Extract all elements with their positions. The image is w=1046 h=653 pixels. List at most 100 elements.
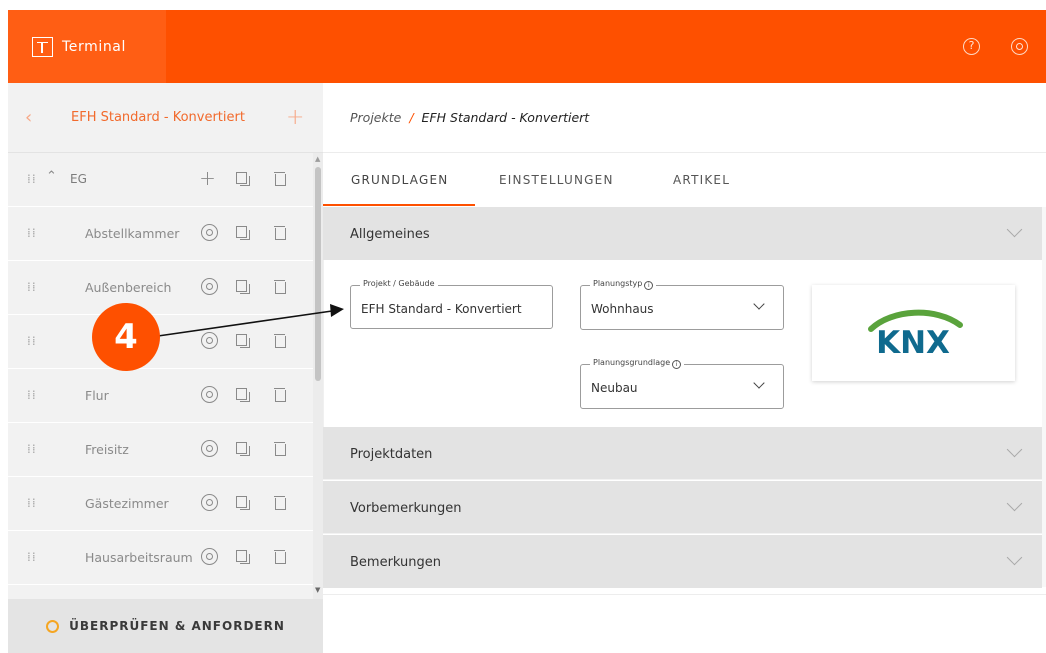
content-bottom-border	[323, 594, 1046, 595]
copy-icon[interactable]	[234, 494, 251, 511]
chevron-up-icon[interactable]: ⌃	[46, 169, 57, 184]
help-icon[interactable]: ?	[963, 38, 980, 55]
copy-icon[interactable]	[234, 224, 251, 241]
scroll-up-arrow-icon[interactable]: ▲	[315, 155, 320, 163]
room-settings-icon[interactable]	[201, 278, 218, 295]
review-and-request-button[interactable]: ÜBERPRÜFEN & ANFORDERN	[8, 599, 323, 653]
trash-icon[interactable]	[272, 278, 289, 295]
review-button-label: ÜBERPRÜFEN & ANFORDERN	[69, 619, 285, 633]
breadcrumb-separator: /	[409, 110, 414, 125]
chevron-down-icon[interactable]	[1006, 495, 1023, 512]
room-row[interactable]: ⁞⁞	[8, 315, 313, 369]
room-name: Abstellkammer	[85, 226, 180, 241]
copy-icon[interactable]	[234, 332, 251, 349]
breadcrumb-projects-link[interactable]: Projekte	[350, 110, 401, 125]
field-value: Neubau	[591, 381, 638, 395]
field-label: Planungstyp i	[590, 279, 657, 290]
section-vorbemerkungen-header[interactable]: Vorbemerkungen	[323, 481, 1042, 534]
field-label: Planungsgrundlage i	[590, 358, 685, 369]
trash-icon[interactable]	[272, 440, 289, 457]
knx-logo-card: KNX	[812, 285, 1015, 381]
drag-handle-icon[interactable]: ⁞⁞	[27, 389, 37, 401]
terminal-logo-icon	[32, 36, 53, 57]
section-projektdaten-header[interactable]: Projektdaten	[323, 427, 1042, 480]
room-settings-icon[interactable]	[201, 386, 218, 403]
section-allgemeines-header[interactable]: Allgemeines	[323, 207, 1042, 260]
room-name: Gästezimmer	[85, 496, 169, 511]
breadcrumb: Projekte / EFH Standard - Konvertiert	[350, 110, 589, 125]
project-building-field[interactable]: Projekt / Gebäude EFH Standard - Konvert…	[350, 279, 553, 329]
chevron-down-icon[interactable]	[1006, 441, 1023, 458]
copy-icon[interactable]	[234, 170, 251, 187]
status-circle-icon	[46, 619, 60, 633]
section-title: Vorbemerkungen	[350, 501, 462, 516]
trash-icon[interactable]	[272, 332, 289, 349]
level-row[interactable]: ⁞⁞ ⌃ EG +	[8, 153, 313, 207]
trash-icon[interactable]	[272, 548, 289, 565]
drag-handle-icon[interactable]: ⁞⁞	[27, 281, 37, 293]
scrollbar-thumb[interactable]	[315, 167, 321, 381]
info-icon[interactable]: i	[672, 360, 682, 369]
section-title: Allgemeines	[350, 227, 430, 242]
tab-grundlagen[interactable]: GRUNDLAGEN	[323, 153, 475, 206]
room-settings-icon[interactable]	[201, 332, 218, 349]
field-label-text: Planungsgrundlage	[593, 358, 671, 367]
room-row[interactable]: ⁞⁞ Flur	[8, 369, 313, 423]
section-title: Bemerkungen	[350, 555, 442, 570]
scroll-down-arrow-icon[interactable]: ▼	[315, 586, 320, 594]
sidebar-project-title[interactable]: EFH Standard - Konvertiert	[71, 110, 245, 125]
room-row[interactable]: ⁞⁞ Hausarbeitsraum	[8, 531, 313, 585]
annotation-badge: 4	[92, 303, 160, 371]
room-row[interactable]: ⁞⁞ Außenbereich	[8, 261, 313, 315]
add-level-button[interactable]: +	[286, 105, 304, 130]
drag-handle-icon[interactable]: ⁞⁞	[27, 227, 37, 239]
chevron-down-icon[interactable]	[1006, 549, 1023, 566]
add-room-icon[interactable]: +	[199, 168, 216, 188]
drag-handle-icon[interactable]: ⁞⁞	[27, 335, 37, 347]
app-name: Terminal	[62, 38, 126, 55]
planning-basis-select[interactable]: Planungsgrundlage i Neubau	[580, 358, 784, 409]
room-row[interactable]: ⁞⁞ Freisitz	[8, 423, 313, 477]
room-name: Freisitz	[85, 442, 129, 457]
chevron-down-icon[interactable]	[1006, 221, 1023, 238]
room-settings-icon[interactable]	[201, 440, 218, 457]
sidebar-scrollbar[interactable]: ▲ ▼	[313, 153, 323, 599]
section-bemerkungen-header[interactable]: Bemerkungen	[323, 535, 1042, 588]
room-settings-icon[interactable]	[201, 494, 218, 511]
planning-type-select[interactable]: Planungstyp i Wohnhaus	[580, 279, 784, 330]
breadcrumb-current: EFH Standard - Konvertiert	[421, 110, 590, 125]
copy-icon[interactable]	[234, 386, 251, 403]
room-settings-icon[interactable]	[201, 224, 218, 241]
field-label-text: Planungstyp	[593, 279, 643, 288]
back-chevron-icon[interactable]: ‹	[25, 107, 32, 128]
info-icon[interactable]: i	[644, 281, 654, 290]
field-value: Wohnhaus	[591, 302, 654, 316]
knx-logo-text: KNX	[876, 325, 950, 361]
field-value: EFH Standard - Konvertiert	[361, 302, 522, 316]
drag-handle-icon[interactable]: ⁞⁞	[27, 173, 37, 185]
tab-bar: GRUNDLAGEN EINSTELLUNGEN ARTIKEL	[323, 153, 1046, 206]
drag-handle-icon[interactable]: ⁞⁞	[27, 497, 37, 509]
trash-icon[interactable]	[272, 170, 289, 187]
settings-icon[interactable]	[1011, 38, 1028, 55]
top-bar: Terminal ?	[8, 10, 1046, 83]
brand[interactable]: Terminal	[8, 10, 166, 83]
trash-icon[interactable]	[272, 386, 289, 403]
drag-handle-icon[interactable]: ⁞⁞	[27, 443, 37, 455]
tab-artikel[interactable]: ARTIKEL	[673, 153, 730, 206]
trash-icon[interactable]	[272, 224, 289, 241]
copy-icon[interactable]	[234, 440, 251, 457]
room-row[interactable]: ⁞⁞ Abstellkammer	[8, 207, 313, 261]
chevron-down-icon[interactable]	[753, 298, 765, 310]
drag-handle-icon[interactable]: ⁞⁞	[27, 551, 37, 563]
room-settings-icon[interactable]	[201, 548, 218, 565]
copy-icon[interactable]	[234, 278, 251, 295]
section-title: Projektdaten	[350, 447, 433, 462]
copy-icon[interactable]	[234, 548, 251, 565]
trash-icon[interactable]	[272, 494, 289, 511]
room-row[interactable]: ⁞⁞ Gästezimmer	[8, 477, 313, 531]
chevron-down-icon[interactable]	[753, 377, 765, 389]
content-edge	[1042, 207, 1046, 587]
level-name: EG	[70, 172, 87, 186]
tab-einstellungen[interactable]: EINSTELLUNGEN	[499, 153, 614, 206]
